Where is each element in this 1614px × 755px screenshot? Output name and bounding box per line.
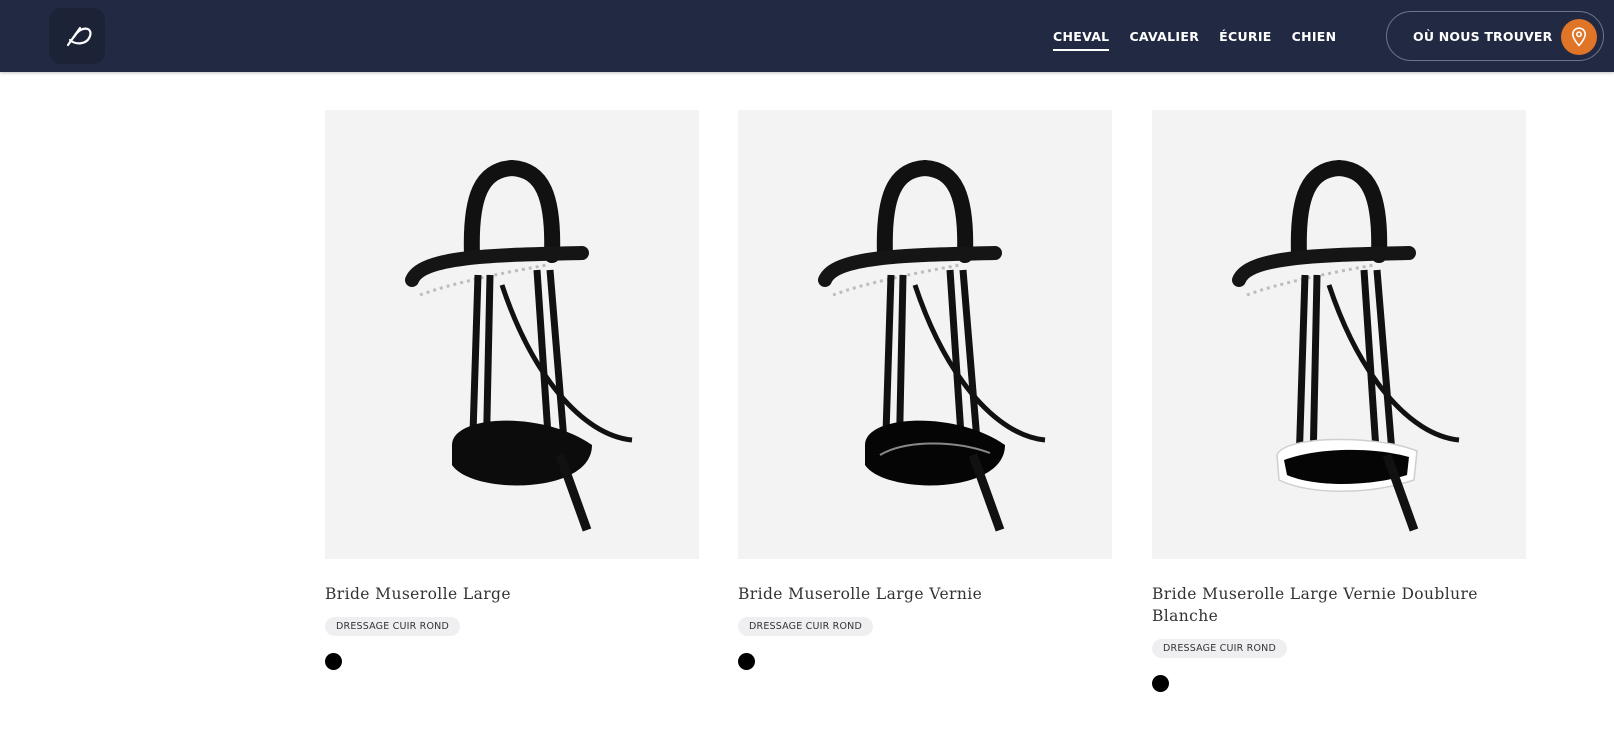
nav-link-cheval[interactable]: CHEVAL bbox=[1053, 25, 1110, 51]
product-tag: DRESSAGE CUIR ROND bbox=[738, 617, 873, 636]
top-navbar: CHEVAL CAVALIER ÉCURIE CHIEN OÙ NOUS TRO… bbox=[0, 0, 1614, 72]
brand-logo-icon[interactable] bbox=[49, 8, 105, 64]
find-store-label: OÙ NOUS TROUVER bbox=[1413, 28, 1553, 44]
main-nav: CHEVAL CAVALIER ÉCURIE CHIEN bbox=[1053, 0, 1356, 72]
nav-link-cavalier[interactable]: CAVALIER bbox=[1129, 25, 1199, 48]
product-title[interactable]: Bride Muserolle Large bbox=[325, 583, 699, 605]
product-tag: DRESSAGE CUIR ROND bbox=[325, 617, 460, 636]
color-swatch[interactable] bbox=[738, 653, 755, 670]
product-image[interactable] bbox=[325, 110, 699, 559]
find-store-button[interactable]: OÙ NOUS TROUVER bbox=[1386, 11, 1604, 61]
color-swatch[interactable] bbox=[325, 653, 342, 670]
nav-link-ecurie[interactable]: ÉCURIE bbox=[1219, 25, 1271, 48]
product-card[interactable]: Bride Muserolle Large Vernie DRESSAGE CU… bbox=[738, 110, 1112, 670]
product-image[interactable] bbox=[738, 110, 1112, 559]
product-tag: DRESSAGE CUIR ROND bbox=[1152, 639, 1287, 658]
color-swatch[interactable] bbox=[1152, 675, 1169, 692]
product-image[interactable] bbox=[1152, 110, 1526, 559]
product-title[interactable]: Bride Muserolle Large Vernie Doublure Bl… bbox=[1152, 583, 1526, 627]
product-card[interactable]: Bride Muserolle Large Vernie Doublure Bl… bbox=[1152, 110, 1526, 692]
bridle-image bbox=[405, 159, 633, 532]
bridle-image bbox=[1232, 159, 1460, 532]
bridle-image bbox=[818, 159, 1046, 532]
nav-link-chien[interactable]: CHIEN bbox=[1292, 25, 1337, 48]
product-card[interactable]: Bride Muserolle Large DRESSAGE CUIR ROND bbox=[325, 110, 699, 670]
product-title[interactable]: Bride Muserolle Large Vernie bbox=[738, 583, 1112, 605]
location-pin-icon bbox=[1561, 19, 1597, 55]
